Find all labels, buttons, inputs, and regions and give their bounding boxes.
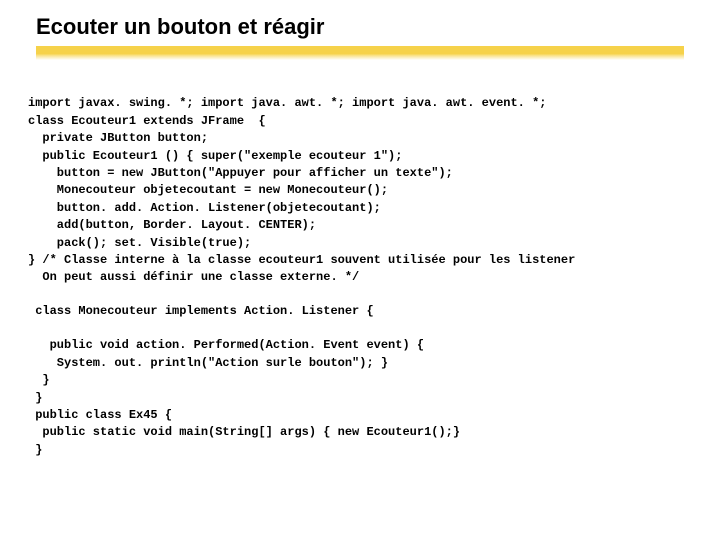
code-line: button = new JButton("Appuyer pour affic… bbox=[28, 166, 453, 180]
code-line: System. out. println("Action surle bouto… bbox=[28, 356, 388, 370]
code-line: On peut aussi définir une classe externe… bbox=[28, 270, 359, 284]
code-line: pack(); set. Visible(true); bbox=[28, 236, 251, 250]
code-block: import javax. swing. *; import java. awt… bbox=[28, 78, 686, 459]
code-line: } bbox=[28, 373, 50, 387]
code-line: class Ecouteur1 extends JFrame { bbox=[28, 114, 266, 128]
code-line: public void action. Performed(Action. Ev… bbox=[28, 338, 424, 352]
code-line: Monecouteur objetecoutant = new Monecout… bbox=[28, 183, 388, 197]
code-line: private JButton button; bbox=[28, 131, 208, 145]
slide: Ecouter un bouton et réagir import javax… bbox=[0, 0, 720, 540]
code-line: import javax. swing. *; import java. awt… bbox=[28, 96, 546, 110]
code-line: } bbox=[28, 391, 42, 405]
code-line: } /* Classe interne à la classe ecouteur… bbox=[28, 253, 575, 267]
code-line: add(button, Border. Layout. CENTER); bbox=[28, 218, 316, 232]
code-line: class Monecouteur implements Action. Lis… bbox=[28, 303, 686, 320]
code-line: button. add. Action. Listener(objetecout… bbox=[28, 201, 381, 215]
code-line: public static void main(String[] args) {… bbox=[28, 425, 460, 439]
code-line: public Ecouteur1 () { super("exemple eco… bbox=[28, 149, 402, 163]
code-line: } bbox=[28, 443, 42, 457]
code-line: public class Ex45 { bbox=[28, 408, 172, 422]
slide-title: Ecouter un bouton et réagir bbox=[36, 14, 686, 40]
title-underline bbox=[36, 46, 684, 60]
